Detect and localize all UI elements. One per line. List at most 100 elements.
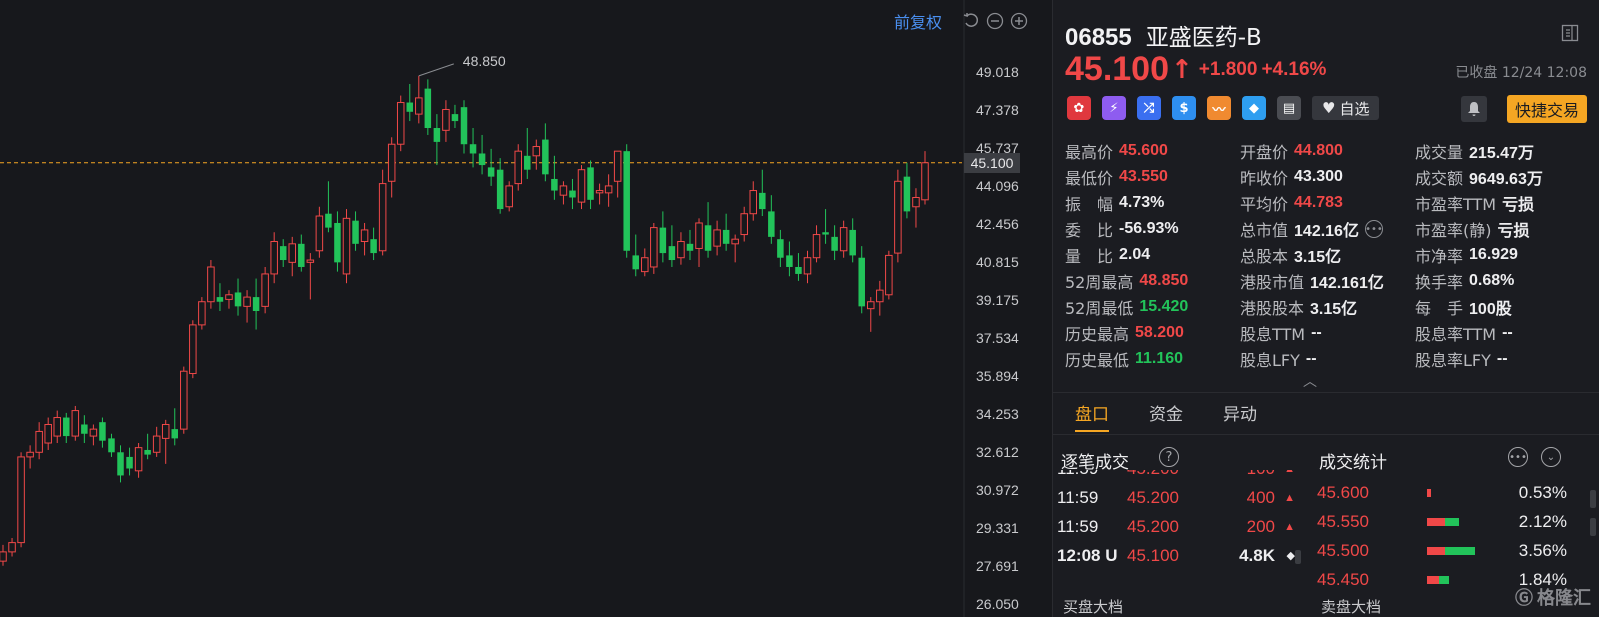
volume-stats-list[interactable]: 45.600 0.53% 45.550 2.12% 45.500 3.56% 45.450 1… bbox=[1317, 478, 1567, 589]
candle[interactable] bbox=[396, 95, 405, 152]
candle[interactable] bbox=[876, 280, 884, 316]
candle[interactable] bbox=[559, 181, 568, 205]
candle[interactable] bbox=[252, 278, 260, 330]
candle[interactable] bbox=[352, 211, 359, 251]
vol-scrollbar[interactable] bbox=[1590, 490, 1596, 508]
candle[interactable] bbox=[460, 100, 468, 154]
layout-toggle-icon[interactable] bbox=[1561, 24, 1579, 42]
candle[interactable] bbox=[713, 220, 721, 256]
candle[interactable] bbox=[243, 290, 251, 323]
candle[interactable] bbox=[161, 419, 170, 464]
tab-funds[interactable]: 资金 bbox=[1149, 400, 1183, 425]
candle[interactable] bbox=[298, 234, 305, 272]
candle[interactable] bbox=[677, 232, 685, 265]
more-options-icon[interactable]: ••• bbox=[1364, 220, 1383, 238]
ticks-scrollbar[interactable] bbox=[1295, 550, 1301, 564]
candle[interactable] bbox=[668, 225, 676, 267]
candle[interactable] bbox=[849, 218, 856, 263]
candle[interactable] bbox=[514, 144, 522, 191]
candle[interactable] bbox=[406, 83, 414, 122]
candle[interactable] bbox=[921, 151, 929, 205]
candle[interactable] bbox=[171, 408, 178, 446]
help-icon[interactable]: ? bbox=[1159, 447, 1179, 467]
candle[interactable] bbox=[180, 366, 188, 434]
candle[interactable] bbox=[279, 239, 287, 267]
candle[interactable] bbox=[577, 165, 586, 210]
candle[interactable] bbox=[415, 75, 423, 124]
candle[interactable] bbox=[632, 234, 639, 277]
candle[interactable] bbox=[99, 417, 106, 448]
candle[interactable] bbox=[144, 433, 151, 460]
candle[interactable] bbox=[641, 248, 649, 277]
tag-icon[interactable]: ◆ bbox=[1242, 96, 1266, 120]
candle[interactable] bbox=[786, 241, 793, 277]
candle[interactable] bbox=[858, 246, 865, 314]
candle[interactable] bbox=[315, 206, 324, 258]
candle[interactable] bbox=[777, 229, 784, 267]
candle[interactable] bbox=[442, 100, 450, 142]
reset-icon[interactable] bbox=[962, 12, 980, 30]
candle[interactable] bbox=[270, 232, 278, 284]
tick-list[interactable]: 11:5945.200100▲11:5945.200400▲11:5945.20… bbox=[1057, 470, 1297, 590]
candle[interactable] bbox=[378, 169, 387, 256]
candle[interactable] bbox=[469, 128, 477, 168]
candle[interactable] bbox=[894, 169, 902, 263]
candle[interactable] bbox=[44, 417, 52, 450]
candle[interactable] bbox=[63, 412, 70, 444]
candle[interactable] bbox=[387, 137, 396, 198]
candle[interactable] bbox=[207, 260, 215, 309]
quick-trade-button[interactable]: 快捷交易 bbox=[1506, 95, 1587, 123]
candle[interactable] bbox=[225, 290, 233, 309]
candle[interactable] bbox=[496, 158, 504, 214]
trend-icon[interactable]: 〰 bbox=[1207, 96, 1231, 120]
candle[interactable] bbox=[659, 211, 667, 263]
candle[interactable] bbox=[360, 222, 369, 256]
candle[interactable] bbox=[613, 150, 622, 198]
candle[interactable] bbox=[108, 433, 115, 457]
candle[interactable] bbox=[704, 202, 712, 258]
candle[interactable] bbox=[306, 253, 315, 300]
candle[interactable] bbox=[740, 206, 748, 242]
candle[interactable] bbox=[532, 139, 541, 170]
expand-chevron-icon[interactable]: ⌄ bbox=[1541, 447, 1561, 467]
candle[interactable] bbox=[487, 148, 495, 186]
candle[interactable] bbox=[885, 250, 893, 300]
hk-flag-icon[interactable]: ✿ bbox=[1067, 96, 1091, 120]
candle[interactable] bbox=[189, 320, 197, 379]
candle[interactable] bbox=[803, 250, 812, 284]
candle[interactable] bbox=[595, 183, 604, 205]
zoom-out-icon[interactable] bbox=[986, 12, 1004, 30]
document-icon[interactable]: ▤ bbox=[1277, 96, 1301, 120]
candle[interactable] bbox=[839, 220, 848, 258]
candle[interactable] bbox=[216, 283, 224, 311]
alert-bell-icon[interactable] bbox=[1461, 96, 1487, 122]
candle[interactable] bbox=[325, 181, 332, 233]
candle[interactable] bbox=[370, 227, 377, 261]
candle[interactable] bbox=[433, 114, 441, 166]
candle[interactable] bbox=[261, 266, 269, 314]
kline-chart-panel[interactable]: 49.018 47.378 45.737 44.096 42.456 40.815 39.1… bbox=[0, 0, 1052, 617]
candle[interactable] bbox=[8, 537, 16, 557]
candle[interactable] bbox=[759, 169, 766, 217]
candle[interactable] bbox=[342, 209, 351, 284]
candle[interactable] bbox=[795, 253, 802, 281]
candle[interactable] bbox=[812, 225, 821, 263]
candle[interactable] bbox=[587, 160, 594, 210]
candle[interactable] bbox=[234, 278, 242, 316]
candle[interactable] bbox=[126, 447, 133, 476]
candle[interactable] bbox=[722, 213, 730, 251]
candle[interactable] bbox=[26, 445, 34, 469]
add-watchlist-button[interactable]: ♥ 自选 bbox=[1312, 96, 1380, 120]
candle[interactable] bbox=[542, 123, 549, 182]
collapse-chevron-icon[interactable]: ︿ bbox=[1303, 371, 1317, 391]
tab-pankou[interactable]: 盘口 bbox=[1075, 400, 1109, 425]
candle[interactable] bbox=[822, 209, 829, 244]
candle[interactable] bbox=[623, 144, 630, 258]
more-options-icon[interactable]: ••• bbox=[1508, 447, 1528, 467]
candle[interactable] bbox=[524, 128, 531, 179]
connect-icon[interactable]: ⤮ bbox=[1137, 96, 1161, 120]
candle[interactable] bbox=[686, 229, 694, 261]
candle[interactable] bbox=[81, 415, 88, 444]
candle[interactable] bbox=[505, 181, 513, 212]
candle[interactable] bbox=[0, 544, 7, 566]
